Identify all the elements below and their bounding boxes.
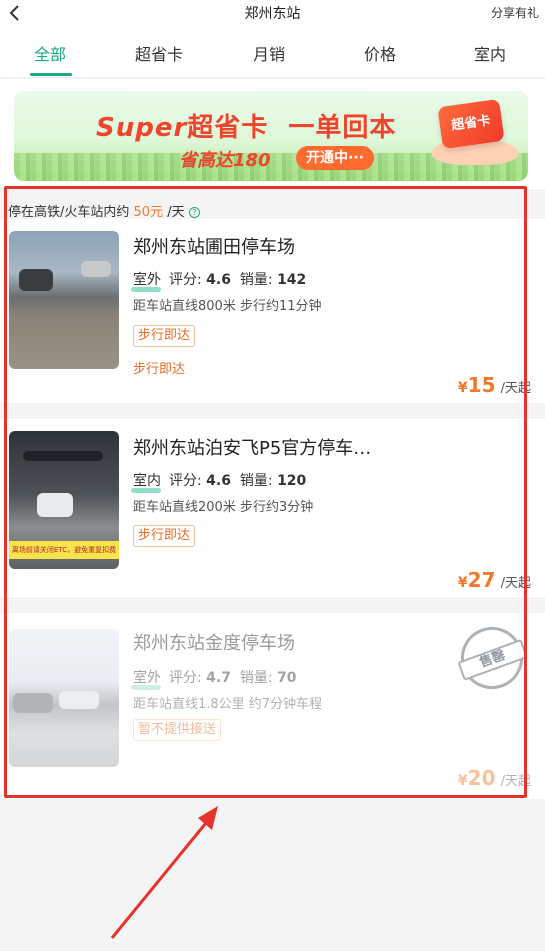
rating-label: 评分: <box>169 670 202 686</box>
service-note: 步行即达 <box>133 362 186 377</box>
price-value: 20 <box>467 766 496 790</box>
currency-symbol: ¥ <box>457 380 468 396</box>
sold-out-text: 售罄 <box>457 638 529 681</box>
car-shape <box>37 493 73 517</box>
parking-meta: 室外 评分: 4.7 销量: 70 <box>131 667 297 690</box>
sales-label: 销量: <box>239 272 273 288</box>
car-shape <box>19 269 53 291</box>
parking-photo: 离场前请关闭ETC，避免重复扣费 <box>9 431 119 569</box>
note-price: 50元 <box>133 205 164 220</box>
sales-value: 70 <box>277 670 297 686</box>
rating-label: 评分: <box>169 473 202 489</box>
rating-label: 评分: <box>169 272 202 288</box>
price-unit: /天起 <box>500 381 531 396</box>
price-label: ¥15 /天起 <box>458 373 531 397</box>
tab-all[interactable]: 全部 <box>34 41 66 65</box>
rating-value: 4.7 <box>206 670 231 686</box>
note-prefix: 停在高铁/火车站内约 <box>8 205 130 220</box>
price-unit: /天起 <box>500 576 531 591</box>
price-label: ¥20 /天起 <box>458 766 531 790</box>
top-bar: 郑州东站 分享有礼 <box>0 0 545 28</box>
distance-text: 距车站直线1.8公里 约7分钟车程 <box>133 697 323 712</box>
service-tag: 步行即达 <box>133 325 196 347</box>
parking-card[interactable]: 郑州东站金度停车场 室外 评分: 4.7 销量: 70 距车站直线1.8公里 约7… <box>0 613 545 799</box>
service-tag: 步行即达 <box>133 525 196 547</box>
car-shape <box>13 693 53 713</box>
currency-symbol: ¥ <box>457 575 468 591</box>
active-tab-indicator <box>30 73 72 76</box>
page-title: 郑州东站 <box>244 6 301 22</box>
distance-text: 距车站直线800米 步行约11分钟 <box>133 299 322 314</box>
parking-meta: 室外 评分: 4.6 销量: 142 <box>131 269 307 292</box>
parking-meta: 室内 评分: 4.6 销量: 120 <box>131 470 307 493</box>
note-suffix: /天 <box>167 205 185 220</box>
rating-value: 4.6 <box>206 473 231 489</box>
banner-headline: Super超省卡 一单回本 <box>96 107 396 144</box>
service-tag: 暂不提供接送 <box>133 719 222 741</box>
sales-label: 销量: <box>239 670 273 686</box>
parking-list: 停在高铁/火车站内约 50元 /天 ? 郑州东站圃田停车场 室外 评分: 4.6 … <box>0 189 545 799</box>
tab-price[interactable]: 价格 <box>364 41 396 65</box>
banner-brand-latin: Super <box>96 113 188 143</box>
price-value: 27 <box>467 568 496 592</box>
share-button[interactable]: 分享有礼 <box>491 4 539 21</box>
banner-brand-cn: 超省卡 <box>187 113 269 143</box>
banner-section: Super超省卡 一单回本 省高达180 开通中··· 超省卡 <box>0 79 545 189</box>
super-card-illustration: 超省卡 <box>437 98 505 150</box>
parking-card[interactable]: 郑州东站圃田停车场 室外 评分: 4.6 销量: 142 距车站直线800米 步行… <box>0 219 545 403</box>
currency-symbol: ¥ <box>457 773 468 789</box>
banner-subtitle: 省高达180 <box>179 150 271 171</box>
rating-value: 4.6 <box>206 272 231 288</box>
gate-shape <box>23 451 103 461</box>
tab-monthly-sales[interactable]: 月销 <box>253 41 285 65</box>
parking-photo <box>9 231 119 369</box>
parking-name: 郑州东站泊安飞P5官方停车… <box>133 438 372 459</box>
parking-photo <box>9 629 119 767</box>
car-shape <box>59 691 99 709</box>
tab-indoor[interactable]: 室内 <box>474 41 506 65</box>
super-card-banner[interactable]: Super超省卡 一单回本 省高达180 开通中··· 超省卡 <box>14 91 528 181</box>
tab-super-card[interactable]: 超省卡 <box>135 41 183 65</box>
parking-card[interactable]: 离场前请关闭ETC，避免重复扣费 郑州东站泊安飞P5官方停车… 室内 评分: 4.… <box>0 419 545 597</box>
banner-open-button[interactable]: 开通中··· <box>296 146 374 170</box>
station-price-note: 停在高铁/火车站内约 50元 /天 ? <box>8 201 200 220</box>
parking-name: 郑州东站金度停车场 <box>133 633 295 654</box>
price-unit: /天起 <box>500 774 531 789</box>
env-badge: 室外 <box>131 667 161 690</box>
building-shape <box>81 261 111 277</box>
sales-label: 销量: <box>239 473 273 489</box>
sales-value: 142 <box>277 272 307 288</box>
price-label: ¥27 /天起 <box>458 568 531 592</box>
banner-headline-text: 一单回本 <box>288 113 397 143</box>
question-circle-icon[interactable]: ? <box>188 207 200 218</box>
photo-caption: 离场前请关闭ETC，避免重复扣费 <box>9 541 119 559</box>
price-value: 15 <box>467 373 496 397</box>
parking-name: 郑州东站圃田停车场 <box>133 237 295 258</box>
sold-out-stamp: 售罄 <box>452 618 532 698</box>
distance-text: 距车站直线200米 步行约3分钟 <box>133 500 314 515</box>
env-badge: 室外 <box>131 269 161 292</box>
env-badge: 室内 <box>131 470 161 493</box>
sales-value: 120 <box>277 473 307 489</box>
filter-tabs: 全部 超省卡 月销 价格 室内 <box>0 28 545 78</box>
